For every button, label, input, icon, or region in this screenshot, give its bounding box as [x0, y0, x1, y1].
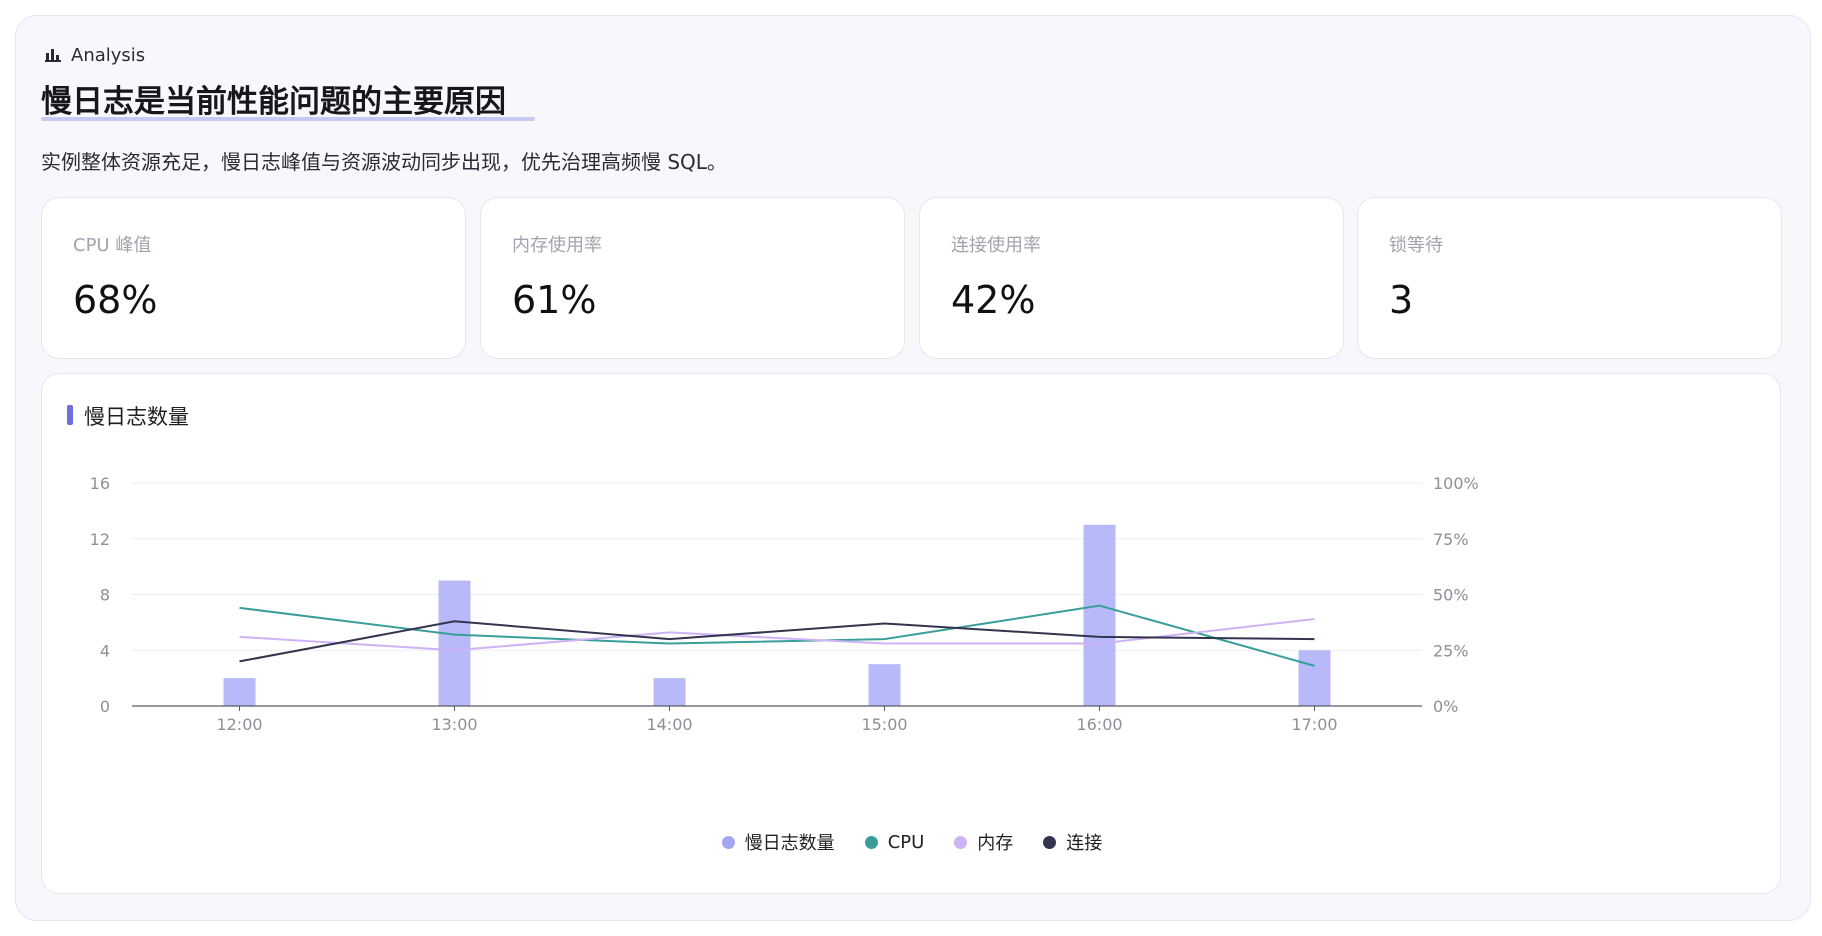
- chart-card: 慢日志数量 0 0% 4 25% 8 50% 12 75% 16 100% 12:00 13:00 14…: [41, 373, 1781, 894]
- legend-item[interactable]: CPU: [864, 829, 925, 855]
- y-right-tick-label: 50%: [1433, 586, 1469, 605]
- y-right-tick-label: 25%: [1433, 641, 1469, 660]
- legend-label: 内存: [977, 833, 1014, 854]
- legend-swatch: [954, 835, 968, 849]
- y-left-tick-label: 8: [100, 586, 110, 605]
- bar: [438, 580, 471, 706]
- analysis-tag-label: Analysis: [71, 44, 146, 66]
- x-tick-label: 13:00: [431, 715, 477, 734]
- metric-card-memory: 内存使用率 61%: [480, 197, 905, 359]
- legend-label: CPU: [887, 831, 925, 853]
- bar: [1083, 524, 1116, 706]
- metric-value: 3: [1389, 278, 1414, 322]
- legend-swatch: [1043, 835, 1057, 849]
- bar: [868, 664, 901, 706]
- metric-card-lock-wait: 锁等待 3: [1357, 197, 1782, 359]
- legend-item[interactable]: 内存: [954, 829, 1013, 855]
- metric-label: 锁等待: [1389, 235, 1443, 256]
- bar: [653, 678, 686, 706]
- metric-card-connections: 连接使用率 42%: [919, 197, 1344, 359]
- y-left-tick-label: 16: [90, 474, 110, 493]
- bar: [223, 678, 256, 706]
- metric-value: 68%: [73, 278, 158, 322]
- x-tick-label: 12:00: [216, 715, 262, 734]
- y-right-tick-label: 0%: [1433, 697, 1458, 716]
- metric-label: CPU 峰值: [73, 235, 152, 256]
- legend-item[interactable]: 慢日志数量: [721, 829, 835, 855]
- metric-label: 连接使用率: [951, 235, 1041, 256]
- x-tick-label: 14:00: [646, 715, 692, 734]
- y-left-tick-label: 0: [100, 697, 110, 716]
- bar: [1298, 650, 1331, 706]
- page-title: 慢日志是当前性能问题的主要原因: [41, 84, 506, 120]
- legend-item[interactable]: 连接: [1043, 829, 1102, 855]
- metric-card-cpu: CPU 峰值 68%: [41, 197, 466, 359]
- slow-log-chart: 0 0% 4 25% 8 50% 12 75% 16 100% 12:00 13:00 14:00 15:…: [90, 474, 1479, 734]
- metric-label: 内存使用率: [512, 235, 602, 256]
- x-tick-label: 15:00: [861, 715, 907, 734]
- y-left-tick-label: 4: [100, 641, 110, 660]
- x-tick-label: 16:00: [1076, 715, 1122, 734]
- y-right-tick-label: 100%: [1433, 474, 1479, 493]
- bar-chart-icon: [45, 48, 61, 62]
- x-tick-label: 17:00: [1291, 715, 1337, 734]
- legend-label: 连接: [1066, 833, 1103, 854]
- chart-legend: 慢日志数量 CPU 内存 连接: [42, 829, 1782, 855]
- series-line: [239, 618, 1315, 652]
- y-left-tick-label: 12: [90, 530, 110, 549]
- legend-swatch: [721, 835, 735, 849]
- legend-swatch: [864, 835, 878, 849]
- series-line: [239, 604, 1315, 667]
- y-right-tick-label: 75%: [1433, 530, 1469, 549]
- metric-value: 61%: [512, 278, 597, 322]
- metric-value: 42%: [951, 278, 1036, 322]
- analysis-tag: Analysis: [45, 44, 145, 66]
- legend-label: 慢日志数量: [744, 833, 835, 854]
- page-subtitle: 实例整体资源充足，慢日志峰值与资源波动同步出现，优先治理高频慢 SQL。: [41, 150, 727, 174]
